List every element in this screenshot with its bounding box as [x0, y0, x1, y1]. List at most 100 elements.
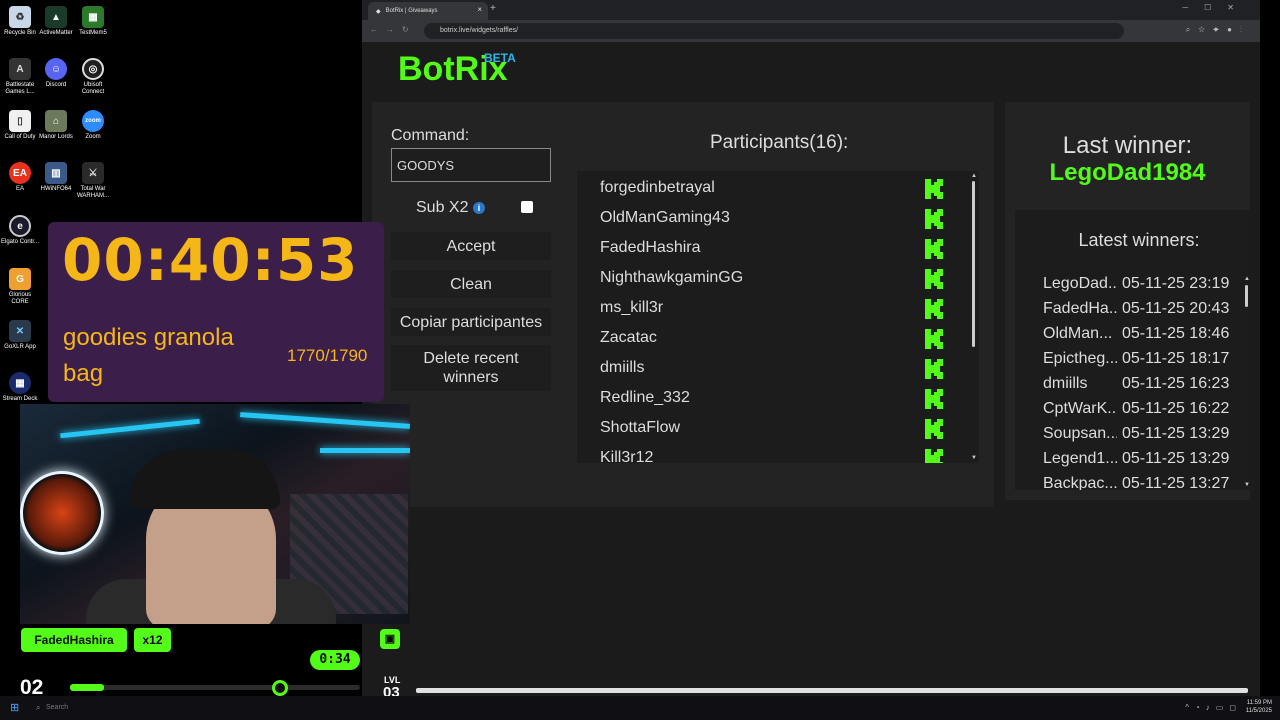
participant-row: NighthawkgaminGG: [600, 269, 744, 286]
forward-icon[interactable]: →: [386, 25, 402, 34]
latest-winners-title: Latest winners:: [1078, 230, 1200, 250]
desktop-icon-hwinfo[interactable]: ▥ HWiNFO64: [36, 162, 76, 193]
kick-icon: [925, 389, 943, 409]
page-horizontal-scrollbar[interactable]: [416, 688, 1248, 693]
url-text: botrix.live/widgets/raffles/: [440, 27, 519, 34]
accept-button[interactable]: Accept: [391, 232, 551, 260]
notifications-icon[interactable]: ◻: [1229, 703, 1242, 712]
totalwar-icon: ⚔: [82, 162, 104, 184]
taskbar-search-label[interactable]: Search: [46, 704, 68, 711]
winner-date: 05-11-25 16:22: [1122, 400, 1230, 417]
taskbar-search-icon[interactable]: ⌕: [36, 703, 40, 713]
winner-name: Soupsan...: [1043, 425, 1117, 442]
desktop-icon-stream-deck[interactable]: ▦ Stream Deck: [0, 372, 40, 403]
desktop-icon-activematter[interactable]: ▲ ActiveMatter: [36, 6, 76, 37]
close-window-icon[interactable]: ✕: [1227, 3, 1250, 12]
volume-icon[interactable]: ♪: [1206, 703, 1216, 712]
extensions-icon[interactable]: ✦: [1213, 25, 1227, 34]
desktop-icon-battlestate[interactable]: A Battlestate Games L...: [0, 58, 40, 96]
network-icon[interactable]: ◔: [1195, 703, 1206, 712]
scroll-down-icon[interactable]: ▼: [971, 455, 977, 461]
recycle-bin-icon: ♻: [9, 6, 31, 28]
countdown-value: 0:34: [319, 652, 351, 667]
desktop-icon-total-war[interactable]: ⚔ Total War WARHAM...: [73, 162, 113, 200]
desktop-icon-recycle-bin[interactable]: ♻ Recycle Bin: [0, 6, 40, 37]
clean-button[interactable]: Clean: [391, 270, 551, 298]
nav-buttons: ←→↻: [370, 25, 417, 34]
winner-date: 05-11-25 16:23: [1122, 375, 1230, 392]
kick-icon: [925, 239, 943, 259]
winners-scroll-up-icon[interactable]: ▲: [1244, 276, 1250, 282]
goxlr-icon: ✕: [9, 320, 31, 342]
url-field[interactable]: botrix.live/widgets/raffles/: [424, 23, 1124, 39]
kick-icon: [925, 299, 943, 319]
document-icon: ▯: [9, 110, 31, 132]
goal-text: goodies granola bag: [63, 324, 234, 387]
copy-participants-button[interactable]: Copiar participantes: [391, 308, 551, 336]
desktop-icon-zoom[interactable]: zoom Zoom: [73, 110, 113, 141]
latest-winners-list[interactable]: Latest winners: LegoDad... 05-11-25 23:1…: [1015, 210, 1250, 490]
participant-row: ShottaFlow: [600, 419, 681, 436]
scroll-up-icon[interactable]: ▲: [971, 173, 977, 179]
level-marker: [272, 680, 288, 696]
elgato-icon: e: [9, 215, 31, 237]
new-tab-button[interactable]: +: [490, 3, 496, 14]
desktop-icon-goxlr[interactable]: ✕ GoXLR App: [0, 320, 40, 351]
desktop-icon-manor-lords[interactable]: ⌂ Manor Lords: [36, 110, 76, 141]
winner-date: 05-11-25 13:29: [1122, 425, 1230, 442]
participants-scrollbar[interactable]: [972, 181, 975, 347]
profile-icon[interactable]: ●: [1227, 25, 1240, 34]
neon-light: [320, 448, 410, 453]
clean-label: Clean: [450, 275, 492, 293]
accept-label: Accept: [446, 237, 496, 255]
neon-light: [240, 412, 410, 429]
winners-scroll-down-icon[interactable]: ▼: [1244, 482, 1250, 488]
winner-name: dmiills: [1043, 375, 1088, 392]
participants-title: Participants(16):: [710, 132, 849, 153]
command-input[interactable]: [391, 148, 551, 182]
reload-icon[interactable]: ↻: [402, 25, 417, 34]
winners-scrollbar[interactable]: [1245, 285, 1248, 307]
desktop-icon-elgato[interactable]: e Elgato Contr...: [0, 215, 40, 246]
goal-count: 1770/1790: [287, 346, 368, 365]
menu-icon[interactable]: ⋮: [1240, 25, 1250, 34]
activematter-icon: ▲: [45, 6, 67, 28]
countdown-chip: 0:34: [310, 650, 360, 670]
kick-icon: [925, 419, 943, 439]
hwinfo-icon: ▥: [45, 162, 67, 184]
info-icon[interactable]: i: [473, 202, 485, 214]
tray-chevron-icon[interactable]: ^: [1185, 703, 1195, 712]
minimize-icon[interactable]: ─: [1182, 3, 1204, 12]
battery-icon[interactable]: ▭: [1216, 703, 1230, 712]
participants-list[interactable]: forgedinbetrayal OldManGaming43 FadedHas…: [577, 171, 979, 463]
desktop-icon-call-of-duty[interactable]: ▯ Call of Duty: [0, 110, 40, 141]
bus-icon: ▣: [384, 633, 396, 645]
system-clock[interactable]: 11:59 PM 11/5/2025: [1246, 699, 1272, 715]
windows-start-icon[interactable]: ⊞: [10, 701, 19, 714]
testmem-icon: ▦: [82, 6, 104, 28]
recent-user-chip: FadedHashira: [21, 628, 127, 652]
last-winner-name: LegoDad1984: [1049, 159, 1206, 186]
delete-recent-winners-button[interactable]: Delete recent winners: [391, 345, 551, 391]
subathon-timer-widget: 00:40:53 goodies granola bag 1770/1790: [48, 222, 384, 402]
tab-close-icon[interactable]: ×: [477, 5, 482, 14]
desktop-icon-discord[interactable]: ☺ Discord: [36, 58, 76, 89]
level-bar-fill: [70, 684, 104, 691]
subx2-checkbox[interactable]: [521, 201, 533, 213]
browser-tab[interactable]: ◆ BotRix | Giveaways ×: [368, 2, 488, 20]
winner-name: OldMan...: [1043, 325, 1113, 342]
winner-name: FadedHa...: [1043, 300, 1117, 317]
clock-time: 11:59 PM: [1246, 700, 1272, 706]
desktop-icon-testmem5[interactable]: ▦ TestMem5: [73, 6, 113, 37]
desktop-icon-ubisoft[interactable]: ◎ Ubisoft Connect: [73, 58, 113, 96]
zoom-search-icon[interactable]: ⌕: [1186, 25, 1198, 34]
battlestate-icon: A: [9, 58, 31, 80]
command-label: Command:: [391, 127, 470, 144]
back-icon[interactable]: ←: [370, 25, 386, 34]
desktop-icon-glorious[interactable]: G Glorious CORE: [0, 268, 40, 306]
desktop-icon-ea[interactable]: EA EA: [0, 162, 40, 193]
participant-row: FadedHashira: [600, 239, 701, 256]
kick-icon: [925, 179, 943, 199]
maximize-icon[interactable]: ☐: [1204, 3, 1227, 12]
bookmark-star-icon[interactable]: ☆: [1198, 25, 1213, 34]
